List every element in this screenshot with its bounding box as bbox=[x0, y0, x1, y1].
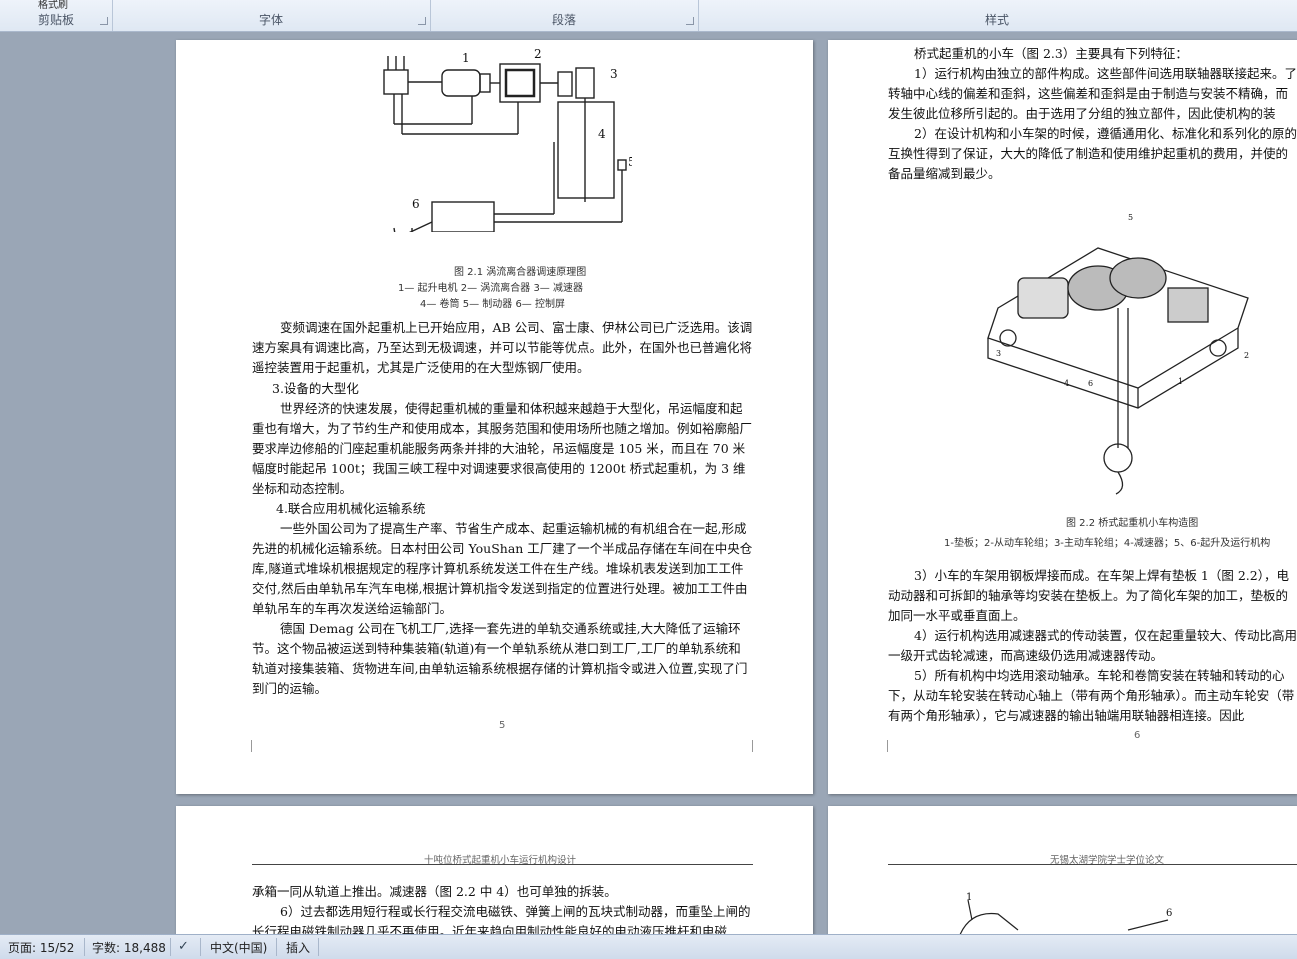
page-6[interactable]: 桥式起重机的小车（图 2.3）主要具有下列特征： 1）运行机构由独立的部件构成。… bbox=[828, 40, 1297, 794]
paragraph-group: 段落 bbox=[430, 0, 699, 31]
page-number: 5 bbox=[499, 720, 506, 731]
section-heading: 4.联合应用机械化运输系统 bbox=[276, 501, 426, 516]
divider bbox=[170, 938, 171, 956]
body-paragraph: 世界经济的快速发展，使得起重机械的重量和体积越来越趋于大型化，吊运幅度和起重也有… bbox=[252, 401, 753, 496]
page-number: 6 bbox=[1134, 730, 1141, 741]
body-paragraph: 4）运行机构选用减速器式的传动装置，仅在起重量较大、传动比高用一级开式齿轮减速，… bbox=[888, 628, 1297, 663]
page-count-status[interactable]: 页面: 15/52 bbox=[8, 939, 74, 956]
fig3-label-1: 1 bbox=[966, 892, 972, 903]
clipboard-group-label: 剪贴板 bbox=[37, 13, 74, 27]
body-paragraph: 1）运行机构由独立的部件构成。这些部件间选用联轴器联接起来。了转轴中心线的偏差和… bbox=[888, 66, 1297, 121]
body-paragraph: 6）过去都选用短行程或长行程交流电磁铁、弹簧上闸的瓦块式制动器，而重坠上闸的长行… bbox=[252, 904, 751, 934]
header-rule bbox=[252, 864, 753, 865]
insert-mode-status[interactable]: 插入 bbox=[286, 939, 310, 956]
styles-group-label: 样式 bbox=[984, 13, 1009, 27]
word-count-status[interactable]: 字数: 18,488 bbox=[92, 939, 166, 956]
figure-legend-line: 1-垫板；2-从动车轮组；3-主动车轮组；4-减速器；5、6-起升及运行机构 bbox=[944, 538, 1271, 549]
figure-legend-line: 4— 卷筒 5— 制动器 6— 控制屏 bbox=[420, 299, 565, 310]
language-status[interactable]: 中文(中国) bbox=[210, 939, 267, 956]
font-dialog-launcher-icon[interactable] bbox=[418, 17, 426, 25]
fig1-label-4: 4 bbox=[598, 127, 606, 141]
figure-caption: 图 2.1 涡流离合器调速原理图 bbox=[454, 267, 587, 278]
divider bbox=[84, 938, 85, 956]
body-paragraph: 桥式起重机的小车（图 2.3）主要具有下列特征： bbox=[914, 46, 1188, 61]
font-group: 字体 bbox=[112, 0, 431, 31]
fig1-label-1: 1 bbox=[462, 51, 470, 65]
body-paragraph: 3）小车的车架用钢板焊接而成。在车架上焊有垫板 1（图 2.2），电动动器和可拆… bbox=[888, 568, 1289, 623]
fig3-label-6: 6 bbox=[1166, 908, 1172, 919]
page-7[interactable]: 十吨位桥式起重机小车运行机构设计 承箱一同从轨道上推出。减速器（图 2.2 中 … bbox=[176, 806, 813, 934]
divider bbox=[318, 938, 319, 956]
body-paragraph: 变频调速在国外起重机上已开始应用，AB 公司、富士康、伊林公司已广泛选用。该调速… bbox=[252, 320, 753, 375]
fig1-label-2: 2 bbox=[534, 47, 542, 61]
fig1-label-5: 5 bbox=[628, 155, 632, 169]
body-paragraph: 德国 Demag 公司在飞机工厂,选择一套先进的单轨交通系统或挂,大大降低了运输… bbox=[252, 621, 748, 696]
figure-legend-line: 1— 起升电机 2— 涡流离合器 3— 减速器 bbox=[398, 283, 583, 294]
fig2-label-1: 1 bbox=[1178, 377, 1183, 386]
styles-group: 样式 bbox=[698, 0, 1296, 31]
body-paragraph: 一些外国公司为了提高生产率、节省生产成本、起重运输机械的有机组合在一起,形成先进… bbox=[252, 521, 753, 616]
divider bbox=[276, 938, 277, 956]
font-group-label: 字体 bbox=[258, 13, 283, 27]
figure-caption: 图 2.2 桥式起重机小车构造图 bbox=[1066, 518, 1199, 529]
section-heading: 3.设备的大型化 bbox=[272, 381, 359, 396]
body-paragraph: 承箱一同从轨道上推出。减速器（图 2.2 中 4）也可单独的拆装。 bbox=[252, 884, 617, 899]
paragraph-group-label: 段落 bbox=[551, 13, 576, 27]
crop-mark bbox=[251, 740, 252, 752]
fig2-label-6: 6 bbox=[1088, 379, 1093, 388]
fig2-label-4: 4 bbox=[1064, 379, 1069, 388]
clipboard-group: 剪贴板 bbox=[0, 0, 113, 31]
body-paragraph: 2）在设计机构和小车架的时候，遵循通用化、标准化和系列化的原的互换性得到了保证，… bbox=[888, 126, 1297, 181]
body-paragraph: 5）所有机构中均选用滚动轴承。车轮和卷筒安装在转轴和转动的心下，从动车轮安装在转… bbox=[888, 668, 1295, 723]
crop-mark bbox=[752, 740, 753, 752]
page-5[interactable]: 1 2 3 4 5 6 图 2.1 涡流离合器调速原理图 1— 起升电机 2— … bbox=[176, 40, 813, 794]
status-bar: 页面: 15/52 字数: 18,488 ✓ 中文(中国) 插入 bbox=[0, 934, 1297, 959]
proofing-icon[interactable]: ✓ bbox=[178, 939, 189, 954]
crane-trolley-figure: 5 2 3 4 6 1 bbox=[987, 213, 1249, 495]
document-area[interactable]: 1 2 3 4 5 6 图 2.1 涡流离合器调速原理图 1— 起升电机 2— … bbox=[0, 32, 1297, 934]
page-8[interactable]: 无锡太湖学院学士学位论文 1 6 bbox=[828, 806, 1297, 934]
ribbon-group-labels: 格式刷 剪贴板 字体 段落 样式 bbox=[0, 0, 1297, 32]
fig1-label-6: 6 bbox=[412, 197, 420, 211]
clipboard-dialog-launcher-icon[interactable] bbox=[100, 17, 108, 25]
eddy-current-clutch-diagram: 1 2 3 4 5 6 bbox=[383, 47, 632, 232]
next-figure-fragment: 1 6 bbox=[959, 892, 1172, 934]
fig2-label-2: 2 bbox=[1244, 351, 1249, 360]
divider bbox=[200, 938, 201, 956]
paragraph-dialog-launcher-icon[interactable] bbox=[686, 17, 694, 25]
header-rule bbox=[888, 864, 1297, 865]
fig2-label-5: 5 bbox=[1128, 213, 1133, 222]
fig1-label-3: 3 bbox=[610, 67, 618, 81]
crop-mark bbox=[887, 740, 888, 752]
fig2-label-3: 3 bbox=[996, 349, 1001, 358]
